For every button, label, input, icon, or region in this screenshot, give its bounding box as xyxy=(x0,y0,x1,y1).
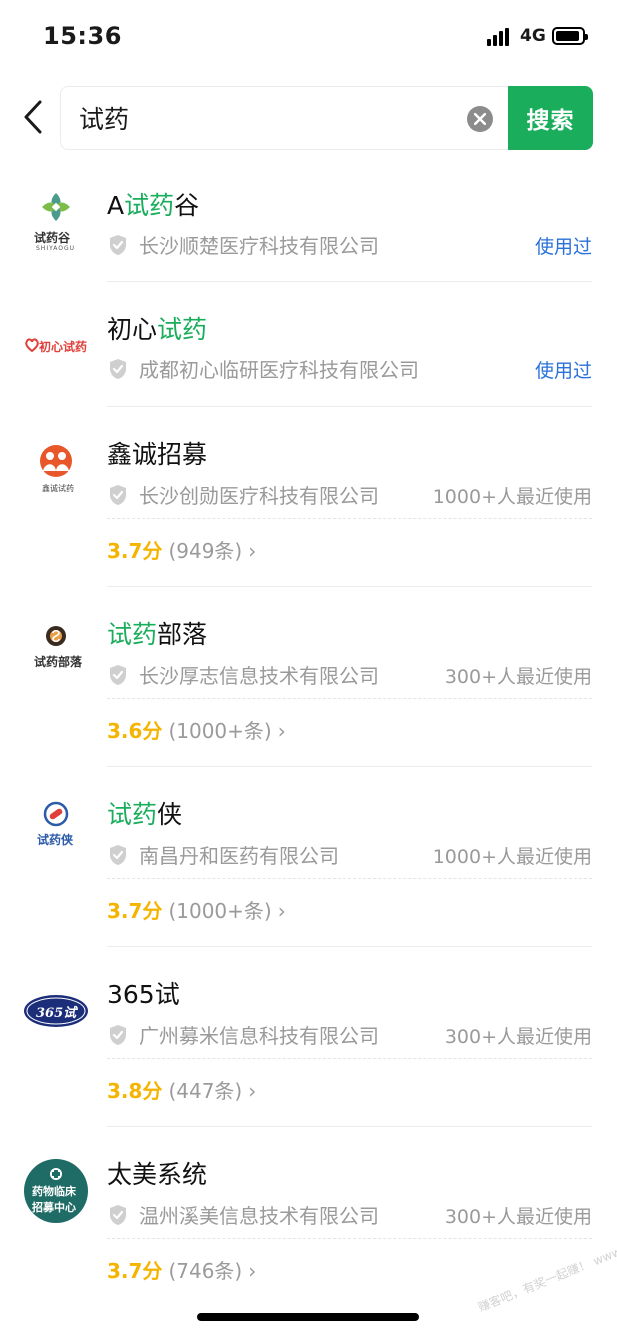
list-item[interactable]: 鑫诚试药 鑫诚招募 长沙创勋医疗科技有限公司 1000+人最近使用 3.7分 (9… xyxy=(0,407,617,587)
company-name: 长沙厚志信息技术有限公司 xyxy=(139,664,379,688)
logo-text: 鑫诚试药 xyxy=(42,484,74,493)
signal-icon xyxy=(487,28,513,46)
app-logo: 365试 xyxy=(22,977,90,1045)
rating-count: (1000+条) xyxy=(168,719,272,743)
rating-score: 3.7分 xyxy=(107,899,163,923)
company-name: 南昌丹和医药有限公司 xyxy=(139,844,339,868)
home-indicator[interactable] xyxy=(197,1313,419,1321)
rating-count: (949条) xyxy=(168,539,243,563)
app-name: 试药部落 xyxy=(107,620,208,649)
app-name: 太美系统 xyxy=(107,1160,208,1189)
verified-icon xyxy=(110,844,126,865)
back-button[interactable] xyxy=(18,97,48,137)
app-logo: 鑫诚试药 xyxy=(22,437,90,505)
rating-row[interactable]: 3.6分 (1000+条) › xyxy=(107,715,286,744)
app-name: 试药侠 xyxy=(107,800,183,829)
list-item[interactable]: 试药部落 试药部落 长沙厚志信息技术有限公司 300+人最近使用 3.6分 (10… xyxy=(0,587,617,767)
chevron-left-icon xyxy=(24,100,42,134)
company-name: 广州募米信息科技有限公司 xyxy=(139,1024,379,1048)
rating-row[interactable]: 3.7分 (1000+条) › xyxy=(107,895,286,924)
search-button[interactable]: 搜索 xyxy=(508,86,593,150)
status-bar: 15:36 4G xyxy=(0,0,617,74)
used-tag: 使用过 xyxy=(534,236,592,258)
verified-icon xyxy=(110,234,126,255)
app-name: 鑫诚招募 xyxy=(107,440,208,469)
verified-icon xyxy=(110,358,126,379)
verified-icon xyxy=(110,1024,126,1045)
app-logo: 试药谷 SHIYAOGU xyxy=(22,185,90,253)
dashed-divider xyxy=(107,878,592,879)
verified-icon xyxy=(110,664,126,685)
app-logo: 初心试药 xyxy=(22,310,90,378)
usage-count: 1000+人最近使用 xyxy=(432,486,592,508)
clear-button[interactable] xyxy=(467,106,493,132)
dashed-divider xyxy=(107,1238,592,1239)
battery-icon xyxy=(552,27,588,45)
list-item[interactable]: 初心试药 初心试药 成都初心临研医疗科技有限公司 使用过 xyxy=(0,282,617,407)
rating-row[interactable]: 3.8分 (447条) › xyxy=(107,1075,256,1104)
verified-icon xyxy=(110,1204,126,1225)
company-row: 长沙顺楚医疗科技有限公司 xyxy=(107,230,379,259)
dashed-divider xyxy=(107,518,592,519)
used-tag: 使用过 xyxy=(534,360,592,382)
rating-row[interactable]: 3.7分 (746条) › xyxy=(107,1255,256,1284)
usage-count: 300+人最近使用 xyxy=(444,666,592,688)
app-logo: 试药侠 xyxy=(22,797,90,865)
chevron-right-icon: › xyxy=(277,899,286,923)
usage-count: 300+人最近使用 xyxy=(444,1026,592,1048)
company-row: 长沙厚志信息技术有限公司 xyxy=(107,660,379,689)
app-name: 初心试药 xyxy=(107,315,208,344)
app-name: A试药谷 xyxy=(107,191,200,220)
company-row: 长沙创勋医疗科技有限公司 xyxy=(107,480,379,509)
chevron-right-icon: › xyxy=(248,539,257,563)
rating-score: 3.8分 xyxy=(107,1079,163,1103)
chevron-right-icon: › xyxy=(248,1079,257,1103)
company-name: 长沙顺楚医疗科技有限公司 xyxy=(139,234,379,258)
company-row: 温州溪美信息技术有限公司 xyxy=(107,1200,379,1229)
company-name: 长沙创勋医疗科技有限公司 xyxy=(139,484,379,508)
usage-count: 300+人最近使用 xyxy=(444,1206,592,1228)
app-name: 365试 xyxy=(107,980,180,1009)
company-row: 成都初心临研医疗科技有限公司 xyxy=(107,354,419,383)
rating-score: 3.6分 xyxy=(107,719,163,743)
rating-score: 3.7分 xyxy=(107,539,163,563)
status-time: 15:36 xyxy=(43,22,122,50)
dashed-divider xyxy=(107,1058,592,1059)
usage-count: 1000+人最近使用 xyxy=(432,846,592,868)
company-row: 南昌丹和医药有限公司 xyxy=(107,840,339,869)
close-icon xyxy=(474,113,486,125)
logo-subtext: SHIYAOGU xyxy=(36,245,76,252)
logo-text: 药物临床 xyxy=(32,1185,76,1198)
logo-text: 试药部落 xyxy=(34,655,83,669)
logo-text: 试药侠 xyxy=(37,833,74,847)
results-list: 试药谷 SHIYAOGU A试药谷 长沙顺楚医疗科技有限公司 使用过 初心试药 … xyxy=(0,158,617,1307)
dashed-divider xyxy=(107,698,592,699)
app-logo: 试药部落 xyxy=(22,617,90,685)
logo-text: 365试 xyxy=(36,1006,77,1021)
search-box xyxy=(60,86,510,150)
list-item[interactable]: 试药谷 SHIYAOGU A试药谷 长沙顺楚医疗科技有限公司 使用过 xyxy=(0,158,617,282)
network-label: 4G xyxy=(520,26,546,46)
rating-count: (1000+条) xyxy=(168,899,272,923)
company-name: 温州溪美信息技术有限公司 xyxy=(139,1204,379,1228)
chevron-right-icon: › xyxy=(248,1259,257,1283)
company-name: 成都初心临研医疗科技有限公司 xyxy=(139,358,419,382)
chevron-right-icon: › xyxy=(277,719,286,743)
logo-text: 试药谷 xyxy=(34,231,71,245)
list-item[interactable]: 365试 365试 广州募米信息科技有限公司 300+人最近使用 3.8分 (44… xyxy=(0,947,617,1127)
rating-row[interactable]: 3.7分 (949条) › xyxy=(107,535,256,564)
logo-text: 初心试药 xyxy=(39,340,88,354)
logo-subtext: 招募中心 xyxy=(32,1201,76,1214)
company-row: 广州募米信息科技有限公司 xyxy=(107,1020,379,1049)
rating-count: (746条) xyxy=(168,1259,243,1283)
app-logo: 药物临床 招募中心 xyxy=(22,1157,90,1225)
list-item[interactable]: 试药侠 试药侠 南昌丹和医药有限公司 1000+人最近使用 3.7分 (1000+… xyxy=(0,767,617,947)
rating-score: 3.7分 xyxy=(107,1259,163,1283)
verified-icon xyxy=(110,484,126,505)
rating-count: (447条) xyxy=(168,1079,243,1103)
search-input[interactable] xyxy=(79,99,449,137)
